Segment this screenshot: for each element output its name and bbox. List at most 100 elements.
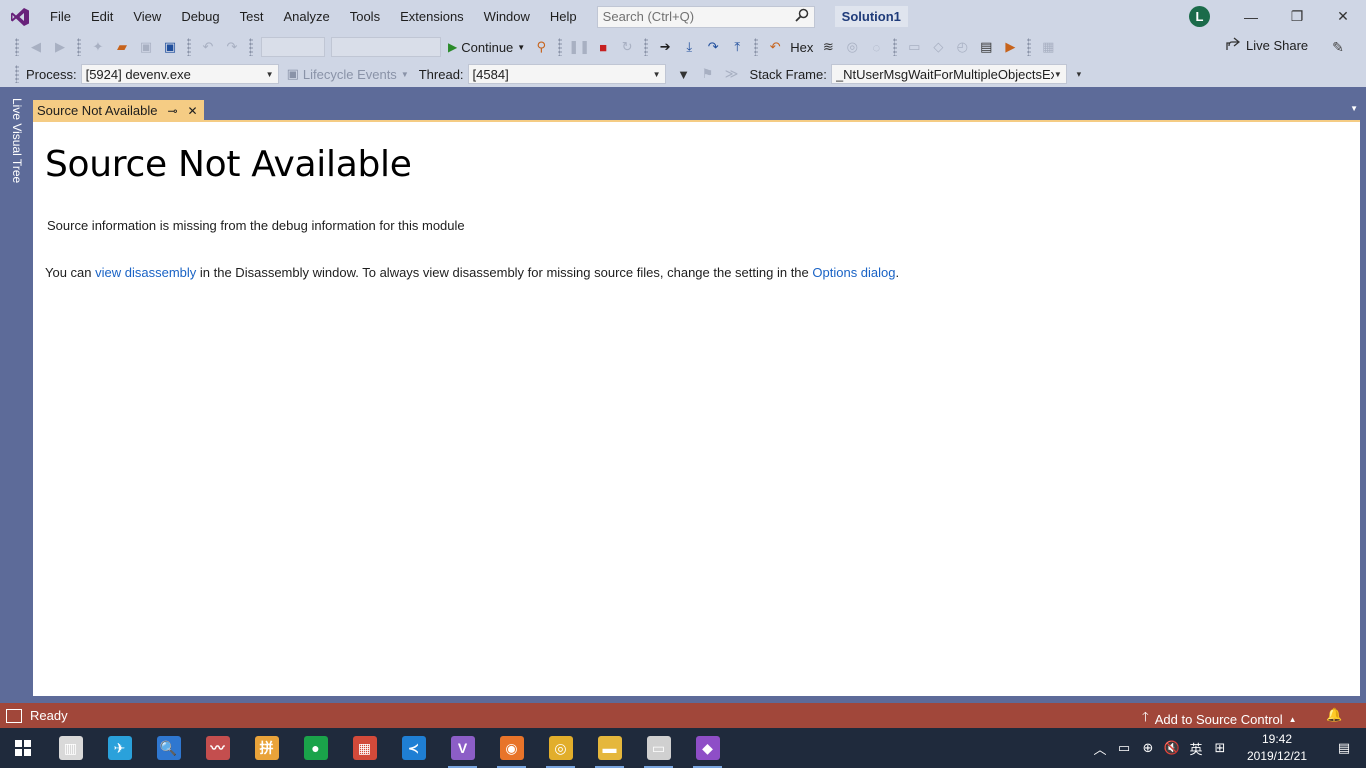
ime-indicator[interactable]: 英 bbox=[1184, 728, 1208, 768]
filter-icon[interactable]: ▼ bbox=[674, 64, 694, 84]
stop-debugging-icon[interactable]: ■ bbox=[593, 37, 613, 57]
clock[interactable]: 19:42 2019/12/21 bbox=[1238, 731, 1316, 765]
feedback-icon[interactable]: ✎ bbox=[1328, 37, 1348, 57]
menu-extensions[interactable]: Extensions bbox=[390, 0, 474, 33]
toolbar-grip[interactable] bbox=[15, 38, 19, 56]
save-all-icon[interactable]: ▣ bbox=[160, 37, 180, 57]
monitor-icon[interactable]: ▭ bbox=[904, 37, 924, 57]
search-input[interactable]: Search (Ctrl+Q) bbox=[596, 5, 815, 28]
tab-source-not-available[interactable]: Source Not Available ⊸ ✕ bbox=[33, 100, 204, 121]
minimize-button[interactable]: — bbox=[1228, 0, 1274, 33]
view-disassembly-link[interactable]: view disassembly bbox=[95, 265, 196, 280]
continue-button[interactable]: ▶ Continue ▼ bbox=[444, 40, 529, 55]
layout-icon[interactable]: ▦ bbox=[1038, 37, 1058, 57]
lifecycle-events-button[interactable]: ▣ Lifecycle Events ▼ bbox=[287, 66, 409, 82]
taskbar-app-green-circle-app[interactable]: ● bbox=[291, 728, 340, 768]
toolbar-grip[interactable] bbox=[754, 38, 759, 56]
process-combo[interactable]: [5924] devenv.exe ▼ bbox=[80, 64, 279, 84]
show-next-statement-icon[interactable]: ➔ bbox=[655, 37, 675, 57]
taskbar-app-search-app[interactable]: 🔍 bbox=[144, 728, 193, 768]
notifications-icon[interactable]: 🔔 bbox=[1326, 707, 1342, 723]
save-icon[interactable]: ▣ bbox=[136, 37, 156, 57]
step-back-icon[interactable]: ↶ bbox=[765, 37, 785, 57]
toolbar-options-icon[interactable]: ▾ bbox=[1069, 64, 1089, 84]
close-window-button[interactable]: ✕ bbox=[1320, 0, 1366, 33]
performance-icon[interactable]: ◴ bbox=[952, 37, 972, 57]
solution-configurations-combo[interactable] bbox=[261, 37, 325, 57]
break-all-icon[interactable]: ❚❚ bbox=[568, 37, 590, 57]
menu-file[interactable]: File bbox=[40, 0, 81, 33]
taskbar-app-remote-desktop[interactable]: ▭ bbox=[634, 728, 683, 768]
add-to-source-control-button[interactable]: 🡑 Add to Source Control ▲ bbox=[1142, 708, 1297, 730]
start-profiler-icon[interactable]: ▶ bbox=[1000, 37, 1020, 57]
menu-test[interactable]: Test bbox=[230, 0, 274, 33]
taskbar-app-firefox[interactable]: ◉ bbox=[487, 728, 536, 768]
solution-platforms-combo[interactable] bbox=[331, 37, 441, 57]
taskbar-app-chrome[interactable]: ◎ bbox=[536, 728, 585, 768]
toolbar-grip[interactable] bbox=[1027, 38, 1032, 56]
hex-toggle[interactable]: Hex bbox=[790, 40, 813, 55]
taskbar-app-chart-app[interactable]: 〰 bbox=[193, 728, 242, 768]
taskbar-app-calendar-app[interactable]: ▦ bbox=[340, 728, 389, 768]
taskbar-app-visual-studio[interactable]: V bbox=[438, 728, 487, 768]
undo-icon[interactable]: ↶ bbox=[198, 37, 218, 57]
taskbar-app-telegram[interactable]: ✈ bbox=[95, 728, 144, 768]
menu-edit[interactable]: Edit bbox=[81, 0, 123, 33]
live-share-button[interactable]: Live Share bbox=[1226, 37, 1308, 54]
tab-list-dropdown-icon[interactable]: ▼ bbox=[1350, 104, 1358, 113]
account-avatar[interactable]: L bbox=[1189, 6, 1210, 27]
toolbar-grip[interactable] bbox=[15, 65, 19, 83]
output-window-icon[interactable] bbox=[6, 708, 22, 723]
taskbar-app-book-reader[interactable]: ▥ bbox=[46, 728, 95, 768]
redo-icon[interactable]: ↷ bbox=[222, 37, 242, 57]
live-visual-tree-tab[interactable]: Live Visual Tree bbox=[8, 98, 26, 190]
toolbar-grip[interactable] bbox=[77, 38, 81, 56]
toolbar-grip[interactable] bbox=[558, 38, 563, 56]
menu-debug[interactable]: Debug bbox=[171, 0, 229, 33]
step-over-icon[interactable]: ↷ bbox=[703, 37, 723, 57]
threads-icon[interactable]: ≋ bbox=[818, 37, 838, 57]
diagnostic-icon[interactable]: ◇ bbox=[928, 37, 948, 57]
toolbar-grip[interactable] bbox=[644, 38, 649, 56]
toolbar-grip[interactable] bbox=[893, 38, 898, 56]
watch-icon[interactable]: ◌ bbox=[866, 37, 886, 57]
open-file-icon[interactable]: ▰ bbox=[112, 37, 132, 57]
new-project-icon[interactable]: ✦ bbox=[88, 37, 108, 57]
show-hidden-icons-icon[interactable]: ︿ bbox=[1088, 728, 1112, 768]
restart-icon[interactable]: ↻ bbox=[617, 37, 637, 57]
restore-button[interactable]: ❐ bbox=[1274, 0, 1320, 33]
flag-icon[interactable]: ⚑ bbox=[698, 64, 718, 84]
taskbar-app-visual-studio-alt[interactable]: ◆ bbox=[683, 728, 732, 768]
menu-analyze[interactable]: Analyze bbox=[273, 0, 339, 33]
pin-icon[interactable]: ⊸ bbox=[167, 104, 177, 118]
toolbar-grip[interactable] bbox=[187, 38, 191, 56]
taskbar-app-vscode[interactable]: ≺ bbox=[389, 728, 438, 768]
visual-studio-logo-icon[interactable] bbox=[0, 0, 40, 33]
taskbar-app-pinyin-app[interactable]: 拼 bbox=[242, 728, 291, 768]
menu-help[interactable]: Help bbox=[540, 0, 587, 33]
keyboard-layout-icon[interactable]: ⊞ bbox=[1208, 728, 1232, 768]
flag-clear-icon[interactable]: ≫ bbox=[722, 64, 742, 84]
stack-frame-combo[interactable]: _NtUserMsgWaitForMultipleObjectsEx ▼ bbox=[830, 64, 1067, 84]
minimize-icon: — bbox=[1244, 8, 1258, 25]
step-into-icon[interactable]: ⤓ bbox=[679, 37, 699, 57]
toolbar-grip[interactable] bbox=[249, 38, 253, 56]
close-tab-icon[interactable]: ✕ bbox=[188, 104, 198, 118]
navigate-forward-icon[interactable]: ▶ bbox=[50, 37, 70, 57]
step-out-icon[interactable]: ⤒ bbox=[727, 37, 747, 57]
options-dialog-link[interactable]: Options dialog bbox=[812, 265, 895, 280]
action-center-icon[interactable]: ▤ bbox=[1322, 728, 1366, 768]
start-button[interactable] bbox=[0, 728, 46, 768]
annotation-icon[interactable]: ▤ bbox=[976, 37, 996, 57]
volume-mute-icon[interactable]: 🔇 bbox=[1160, 728, 1184, 768]
menu-tools[interactable]: Tools bbox=[340, 0, 390, 33]
navigate-back-icon[interactable]: ◀ bbox=[26, 37, 46, 57]
menu-view[interactable]: View bbox=[123, 0, 171, 33]
find-icon[interactable]: ⚲ bbox=[531, 37, 551, 57]
thread-combo[interactable]: [4584] ▼ bbox=[467, 64, 666, 84]
taskbar-app-file-explorer[interactable]: ▬ bbox=[585, 728, 634, 768]
power-icon[interactable]: ▭ bbox=[1112, 728, 1136, 768]
menu-window[interactable]: Window bbox=[474, 0, 540, 33]
breakpoint-icon[interactable]: ◎ bbox=[842, 37, 862, 57]
network-icon[interactable]: ⊕ bbox=[1136, 728, 1160, 768]
